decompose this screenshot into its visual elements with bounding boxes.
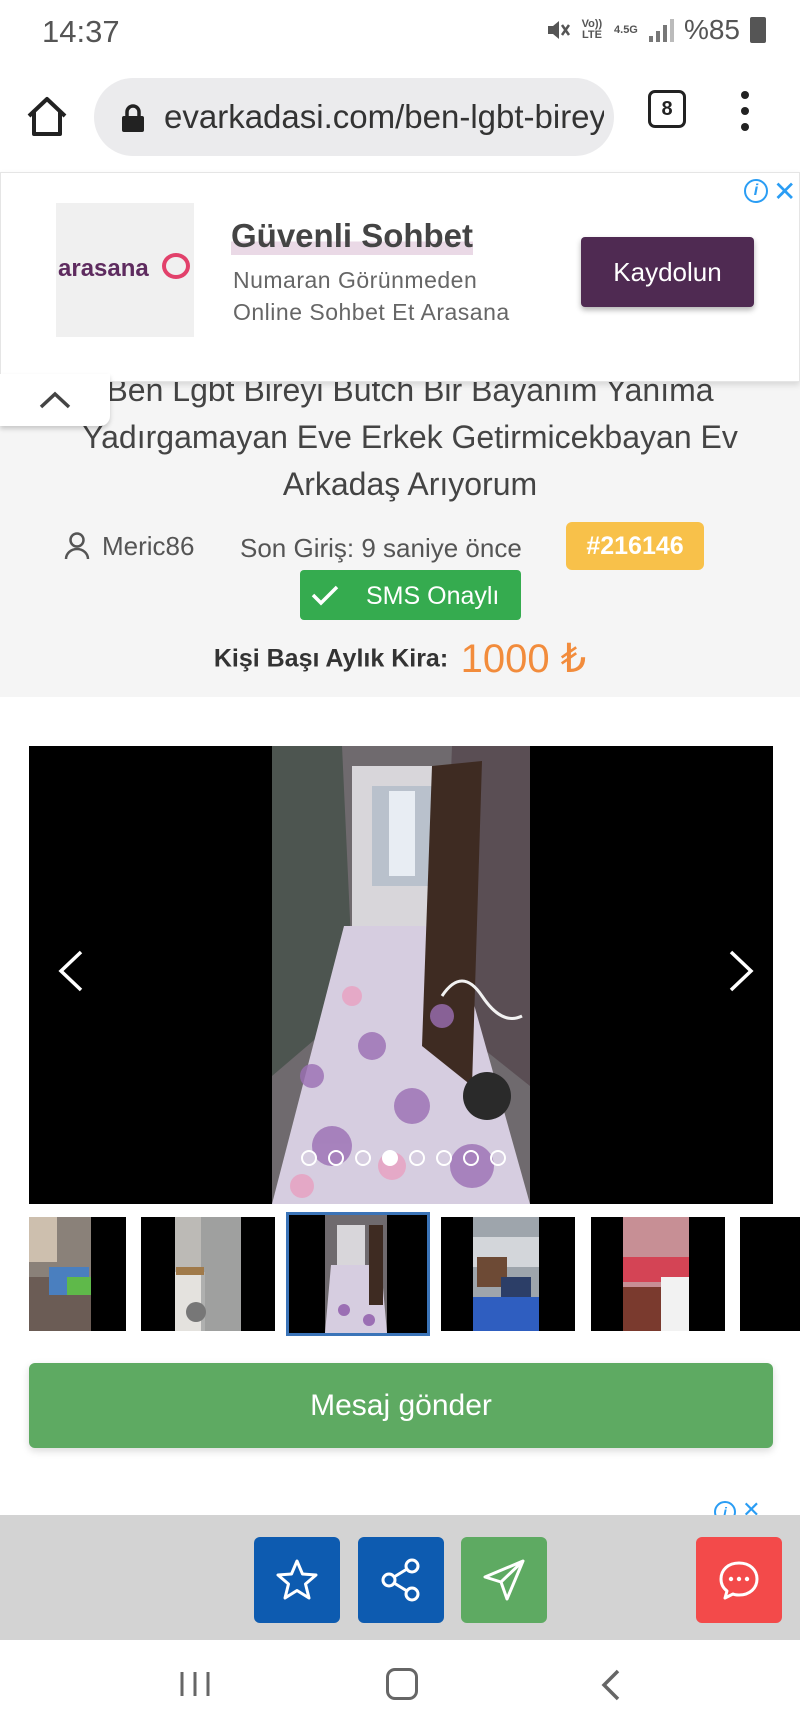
mute-icon bbox=[547, 21, 570, 39]
gallery-next-icon[interactable] bbox=[713, 946, 763, 996]
star-icon bbox=[276, 1559, 318, 1600]
chat-icon bbox=[719, 1561, 759, 1600]
gallery-dots[interactable] bbox=[301, 1150, 506, 1166]
gallery-dot[interactable] bbox=[409, 1150, 425, 1166]
url-text[interactable]: evarkadasi.com/ben-lgbt-bireyi bbox=[164, 98, 604, 136]
gallery-dot[interactable] bbox=[382, 1150, 398, 1166]
gallery-prev-icon[interactable] bbox=[49, 946, 99, 996]
last-login: Son Giriş: 9 saniye önce bbox=[240, 533, 522, 563]
listing-title: Ben Lgbt Bireyi Butch Bir Bayanım Yanıma… bbox=[82, 372, 738, 502]
status-bar: 14:37 Vo)) LTE 4.5G %85 bbox=[0, 0, 800, 66]
back-icon[interactable] bbox=[596, 1668, 626, 1702]
system-nav-bar bbox=[0, 1640, 800, 1733]
ad-line-1: Numaran Görünmeden bbox=[233, 267, 478, 293]
address-bar[interactable]: evarkadasi.com/ben-lgbt-bireyi bbox=[94, 78, 614, 156]
listing-id-badge: #216146 bbox=[566, 522, 704, 570]
gallery-dot[interactable] bbox=[301, 1150, 317, 1166]
gallery-photo-hallway[interactable] bbox=[272, 746, 530, 1204]
rent-label: Kişi Başı Aylık Kira: bbox=[213, 644, 449, 673]
share-button[interactable] bbox=[358, 1537, 444, 1623]
system-home-icon[interactable] bbox=[386, 1668, 418, 1700]
thumbnail-bedroom[interactable] bbox=[29, 1217, 126, 1331]
thumbnail-partial[interactable] bbox=[740, 1217, 800, 1331]
gallery-dot[interactable] bbox=[463, 1150, 479, 1166]
battery-icon bbox=[750, 17, 766, 43]
gallery-dot[interactable] bbox=[328, 1150, 344, 1166]
thumbnail-red-bedroom[interactable] bbox=[591, 1217, 725, 1331]
speech-bubble-icon bbox=[162, 253, 190, 279]
recent-apps-icon[interactable] bbox=[178, 1670, 212, 1698]
ad-banner[interactable]: arasana Güvenli Sohbet Numaran Görünmede… bbox=[0, 172, 800, 382]
gallery-dot[interactable] bbox=[436, 1150, 452, 1166]
home-icon[interactable] bbox=[22, 92, 72, 142]
thumbnail-bathroom[interactable] bbox=[141, 1217, 275, 1331]
thumbnail-living-room[interactable] bbox=[441, 1217, 575, 1331]
more-icon[interactable] bbox=[735, 86, 755, 142]
gallery-dot[interactable] bbox=[355, 1150, 371, 1166]
ad-title[interactable]: Güvenli Sohbet bbox=[231, 217, 474, 255]
send-message-button[interactable]: Mesaj gönder bbox=[29, 1363, 773, 1448]
gallery-dot[interactable] bbox=[490, 1150, 506, 1166]
chat-button[interactable] bbox=[696, 1537, 782, 1623]
photo-gallery[interactable] bbox=[29, 746, 773, 1204]
tab-switcher-button[interactable]: 8 bbox=[648, 90, 686, 128]
ad-signup-button[interactable]: Kaydolun bbox=[581, 237, 754, 307]
favorite-button[interactable] bbox=[254, 1537, 340, 1623]
browser-toolbar: evarkadasi.com/ben-lgbt-bireyi 8 bbox=[0, 66, 800, 172]
sms-verified-label: SMS Onaylı bbox=[366, 582, 500, 610]
user-icon bbox=[64, 532, 90, 560]
send-icon bbox=[483, 1559, 525, 1601]
sms-verified-badge: SMS Onaylı bbox=[300, 570, 521, 620]
battery-level: %85 bbox=[683, 14, 740, 45]
ad-logo-text: arasana bbox=[58, 255, 149, 282]
ad-line-2: Online Sohbet Et Arasana bbox=[233, 299, 510, 325]
username[interactable]: Meric86 bbox=[102, 531, 194, 562]
chevron-up-icon bbox=[39, 391, 71, 409]
lock-icon bbox=[122, 104, 144, 132]
ad-logo[interactable]: arasana bbox=[56, 203, 194, 337]
listing-meta: Meric86 Son Giriş: 9 saniye önce #216146 bbox=[0, 520, 800, 570]
status-icons: Vo)) LTE 4.5G %85 bbox=[545, 14, 766, 46]
signal-icon bbox=[648, 18, 674, 42]
thumbnail-hallway[interactable] bbox=[286, 1212, 430, 1336]
ad-info-icon[interactable]: i bbox=[744, 179, 768, 203]
status-time: 14:37 bbox=[42, 14, 120, 49]
send-button[interactable] bbox=[461, 1537, 547, 1623]
volte-indicator: Vo)) LTE bbox=[581, 18, 603, 41]
bottom-action-bar bbox=[0, 1515, 800, 1640]
rent-row: Kişi Başı Aylık Kira: 1000 ₺ bbox=[0, 636, 800, 682]
ad-collapse-button[interactable] bbox=[0, 374, 110, 426]
ad-close-icon[interactable]: ✕ bbox=[773, 175, 796, 208]
rent-value: 1000 ₺ bbox=[460, 637, 587, 681]
network-type: 4.5G bbox=[614, 23, 638, 36]
thumbnail-strip[interactable] bbox=[29, 1212, 800, 1336]
check-icon bbox=[311, 585, 339, 606]
share-icon bbox=[381, 1558, 420, 1602]
